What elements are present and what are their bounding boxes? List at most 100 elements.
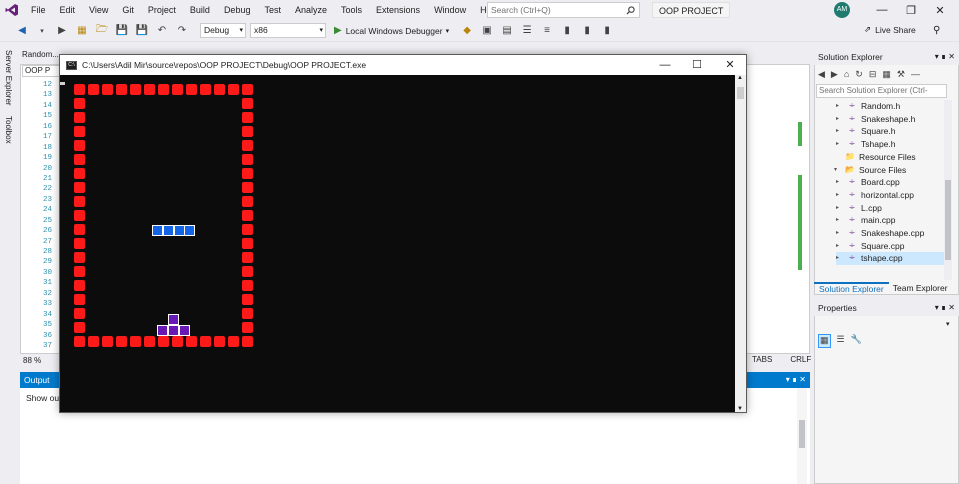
tab-random[interactable]: Random... <box>22 50 59 59</box>
menu-view[interactable]: View <box>82 0 115 20</box>
tree-item-square-h[interactable]: ▸ ∻ Square.h <box>836 125 944 138</box>
menu-analyze[interactable]: Analyze <box>288 0 334 20</box>
chevron-right-icon[interactable]: ▸ <box>836 214 846 227</box>
line-ending-indicator[interactable]: CRLF <box>790 355 811 364</box>
step-icon[interactable]: ▤ <box>499 23 515 39</box>
console-minimize-icon[interactable]: — <box>650 55 680 75</box>
tree-item-snakeshape-cpp[interactable]: ▸ ∻ Snakeshape.cpp <box>836 227 944 240</box>
console-maximize-icon[interactable]: ☐ <box>682 55 712 75</box>
minimize-icon[interactable]: — <box>868 0 896 20</box>
camera-icon[interactable]: ▣ <box>479 23 495 39</box>
forward-icon[interactable]: ▶ <box>831 69 838 80</box>
tree-item-snakeshape-h[interactable]: ▸ ∻ Snakeshape.h <box>836 113 944 126</box>
alphabetical-icon[interactable]: ☰ <box>837 334 845 348</box>
fire-icon[interactable]: ◆ <box>459 23 475 39</box>
menu-project[interactable]: Project <box>141 0 183 20</box>
preview-icon[interactable]: — <box>911 69 920 79</box>
save-all-icon[interactable]: 💾 <box>134 23 150 39</box>
chevron-down-icon[interactable]: ▾ <box>834 164 844 177</box>
scrollbar-thumb[interactable] <box>737 87 744 99</box>
undo-icon[interactable]: ↶ <box>154 23 170 39</box>
back-icon[interactable]: ◀ <box>14 23 30 39</box>
save-icon[interactable]: 💾 <box>114 23 130 39</box>
home-icon[interactable]: ⌂ <box>844 69 849 79</box>
tree-item-horizontal-cpp[interactable]: ▸ ∻ horizontal.cpp <box>836 189 944 202</box>
panel-controls-icon[interactable]: ▾ ∎ ✕ <box>935 300 955 316</box>
bookmark-prev-icon[interactable]: ▮ <box>579 23 595 39</box>
tree-item-board-cpp[interactable]: ▸ ∻ Board.cpp <box>836 176 944 189</box>
chevron-right-icon[interactable]: ▸ <box>836 227 846 240</box>
tree-item-source-files[interactable]: ▾ 📂 Source Files <box>834 164 944 177</box>
tab-solution-explorer[interactable]: Solution Explorer <box>814 282 889 295</box>
bookmark-next-icon[interactable]: ▮ <box>599 23 615 39</box>
collapse-icon[interactable]: ⊟ <box>869 69 877 80</box>
server-explorer-tab[interactable]: Server Explorer <box>4 50 13 106</box>
properties-icon[interactable]: ⚒ <box>897 69 905 80</box>
chevron-right-icon[interactable]: ▸ <box>836 176 846 189</box>
menu-test[interactable]: Test <box>257 0 288 20</box>
tabs-indicator[interactable]: TABS <box>752 355 772 364</box>
tree-item-tshape-h[interactable]: ▸ ∻ Tshape.h <box>836 138 944 151</box>
categorized-icon[interactable]: ▦ <box>818 334 831 348</box>
tab-team-explorer[interactable]: Team Explorer <box>889 282 952 295</box>
indent-icon[interactable]: ≡ <box>539 23 555 39</box>
tree-item-square-cpp[interactable]: ▸ ∻ Square.cpp <box>836 240 944 253</box>
menu-tools[interactable]: Tools <box>334 0 369 20</box>
sync-icon[interactable]: ↻ <box>855 69 863 80</box>
zoom-level[interactable]: 88 % <box>23 356 41 365</box>
close-icon[interactable]: ✕ <box>926 0 954 20</box>
wrench-icon[interactable]: 🔧 <box>851 334 862 348</box>
chevron-right-icon[interactable]: ▸ <box>836 240 846 253</box>
tree-item-main-cpp[interactable]: ▸ ∻ main.cpp <box>836 214 944 227</box>
open-folder-icon[interactable]: 🗁 <box>94 23 110 39</box>
toolbox-tab[interactable]: Toolbox <box>4 116 13 144</box>
chevron-right-icon[interactable]: ▸ <box>836 138 846 151</box>
feedback-icon[interactable]: ⚲ <box>933 25 940 36</box>
scrollbar-thumb[interactable] <box>945 180 951 260</box>
menu-git[interactable]: Git <box>115 0 141 20</box>
restore-icon[interactable]: ❐ <box>897 0 925 20</box>
menu-build[interactable]: Build <box>183 0 217 20</box>
file-dropdown[interactable]: OOP P <box>22 65 62 77</box>
new-project-icon[interactable]: ▦ <box>74 23 90 39</box>
tree-item-l-cpp[interactable]: ▸ ∻ L.cpp <box>836 202 944 215</box>
scroll-up-icon[interactable]: ▲ <box>737 75 743 81</box>
scrollbar-thumb[interactable] <box>799 420 805 448</box>
chevron-right-icon[interactable]: ▸ <box>836 113 846 126</box>
format-icon[interactable]: ☰ <box>519 23 535 39</box>
line-number: 28 <box>42 248 52 256</box>
tree-item-resource-files[interactable]: 📁 Resource Files <box>834 151 944 164</box>
solution-search-input[interactable]: Search Solution Explorer (Ctrl- <box>816 84 947 98</box>
menu-debug[interactable]: Debug <box>217 0 258 20</box>
console-title-bar[interactable]: C:\ C:\Users\Adil Mir\source\repos\OOP P… <box>60 55 746 75</box>
tree-item-random-h[interactable]: ▸ ∻ Random.h <box>836 100 944 113</box>
platform-select[interactable]: x86 ▾ <box>250 23 326 38</box>
start-debugging-button[interactable]: ▶ Local Windows Debugger ▾ <box>334 25 449 36</box>
scroll-down-icon[interactable]: ▼ <box>737 406 743 412</box>
panel-controls-icon[interactable]: ▾ ∎ ✕ <box>935 49 955 65</box>
back-icon[interactable]: ◀ <box>818 69 825 80</box>
chevron-right-icon[interactable]: ▸ <box>836 125 846 138</box>
chevron-right-icon[interactable]: ▸ <box>836 252 846 265</box>
show-all-files-icon[interactable]: ▦ <box>882 69 891 80</box>
menu-extensions[interactable]: Extensions <box>369 0 427 20</box>
tree-item-tshape-cpp[interactable]: ▸ ∻ tshape.cpp <box>836 252 944 266</box>
search-input[interactable]: Search (Ctrl+Q) <box>487 2 640 18</box>
bookmark-icon[interactable]: ▮ <box>559 23 575 39</box>
console-scrollbar[interactable]: ▲ ▼ <box>735 75 746 412</box>
dropdown-arrow-icon[interactable]: ▾ <box>34 23 50 39</box>
menu-window[interactable]: Window <box>427 0 473 20</box>
live-share-button[interactable]: ⇗ Live Share <box>864 24 916 35</box>
menu-file[interactable]: File <box>24 0 53 20</box>
configuration-select[interactable]: Debug ▾ <box>200 23 246 38</box>
chevron-right-icon[interactable]: ▸ <box>836 202 846 215</box>
redo-icon[interactable]: ↷ <box>174 23 190 39</box>
menu-edit[interactable]: Edit <box>53 0 83 20</box>
chevron-right-icon[interactable]: ▸ <box>836 100 846 113</box>
avatar[interactable]: AM <box>834 2 850 18</box>
forward-icon[interactable]: ▶ <box>54 23 70 39</box>
panel-controls-icon[interactable]: ▾ ∎ ✕ <box>786 372 806 388</box>
chevron-down-icon[interactable]: ▾ <box>946 320 950 328</box>
console-close-icon[interactable]: ✕ <box>715 55 745 75</box>
chevron-right-icon[interactable]: ▸ <box>836 189 846 202</box>
